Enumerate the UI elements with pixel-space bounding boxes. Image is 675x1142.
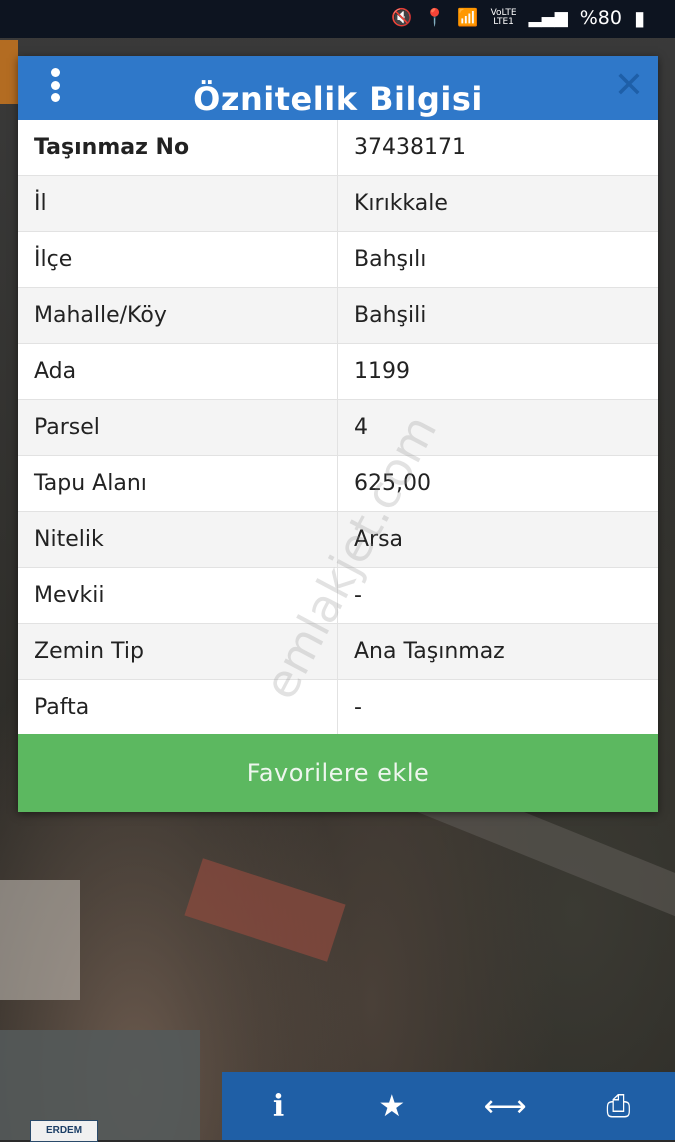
table-row: Tapu Alanı 625,00 <box>18 455 658 512</box>
wifi-icon: 📶 <box>457 8 479 28</box>
mute-icon: 🔇 <box>391 8 413 28</box>
attribute-value: 1199 <box>337 343 658 400</box>
attribute-value: - <box>337 567 658 624</box>
attribute-dialog: Öznitelik Bilgisi ✕ Taşınmaz No 37438171 İ… <box>18 56 658 812</box>
battery-percent: %80 <box>579 7 622 29</box>
dialog-header: Öznitelik Bilgisi ✕ <box>18 56 658 120</box>
attribute-value: Bahşili <box>337 287 658 344</box>
table-row: Ada 1199 <box>18 343 658 400</box>
attribute-label: İlçe <box>18 231 338 288</box>
attribute-value: Bahşılı <box>337 231 658 288</box>
table-row: İl Kırıkkale <box>18 175 658 232</box>
attribute-label: Parsel <box>18 399 338 456</box>
agency-logo: ERDEM <box>30 1120 98 1142</box>
map-building <box>0 880 80 1000</box>
table-row: Mahalle/Köy Bahşili <box>18 287 658 344</box>
map-toolbar-edge <box>0 40 18 104</box>
table-row: Taşınmaz No 37438171 <box>18 120 658 176</box>
info-icon[interactable]: i <box>244 1089 314 1124</box>
table-row: Parsel 4 <box>18 399 658 456</box>
attribute-value: 37438171 <box>337 120 658 176</box>
location-icon: 📍 <box>424 8 446 28</box>
attribute-label: Mahalle/Köy <box>18 287 338 344</box>
bottom-toolbar: i ★ ⟷ ⎙ <box>222 1072 675 1140</box>
measure-arrows-icon[interactable]: ⟷ <box>470 1089 540 1124</box>
attribute-label: Taşınmaz No <box>18 120 338 176</box>
battery-icon: ▮ <box>633 6 645 30</box>
attribute-table: Taşınmaz No 37438171 İl Kırıkkale İlçe Bahşıl… <box>18 120 658 736</box>
attribute-label: Nitelik <box>18 511 338 568</box>
close-icon[interactable]: ✕ <box>614 66 644 106</box>
table-row: Zemin Tip Ana Taşınmaz <box>18 623 658 680</box>
dialog-title: Öznitelik Bilgisi <box>193 80 483 118</box>
attribute-label: Tapu Alanı <box>18 455 338 512</box>
add-to-favorites-button[interactable]: Favorilere ekle <box>18 734 658 812</box>
attribute-value: Arsa <box>337 511 658 568</box>
table-row: İlçe Bahşılı <box>18 231 658 288</box>
attribute-value: - <box>337 679 658 736</box>
status-bar: 🔇 📍 📶 VoLTE LTE1 ▂▄▆ %80 ▮ <box>0 0 675 38</box>
table-row: Mevkii - <box>18 567 658 624</box>
attribute-value: 4 <box>337 399 658 456</box>
star-icon[interactable]: ★ <box>357 1089 427 1124</box>
attribute-value: Ana Taşınmaz <box>337 623 658 680</box>
signal-icon: ▂▄▆ <box>528 8 568 28</box>
attribute-label: Zemin Tip <box>18 623 338 680</box>
table-row: Nitelik Arsa <box>18 511 658 568</box>
attribute-label: İl <box>18 175 338 232</box>
attribute-value: 625,00 <box>337 455 658 512</box>
attribute-label: Mevkii <box>18 567 338 624</box>
network-type: VoLTE LTE1 <box>490 8 517 27</box>
table-row: Pafta - <box>18 679 658 736</box>
attribute-value: Kırıkkale <box>337 175 658 232</box>
attribute-label: Pafta <box>18 679 338 736</box>
attribute-label: Ada <box>18 343 338 400</box>
printer-icon[interactable]: ⎙ <box>583 1089 653 1124</box>
